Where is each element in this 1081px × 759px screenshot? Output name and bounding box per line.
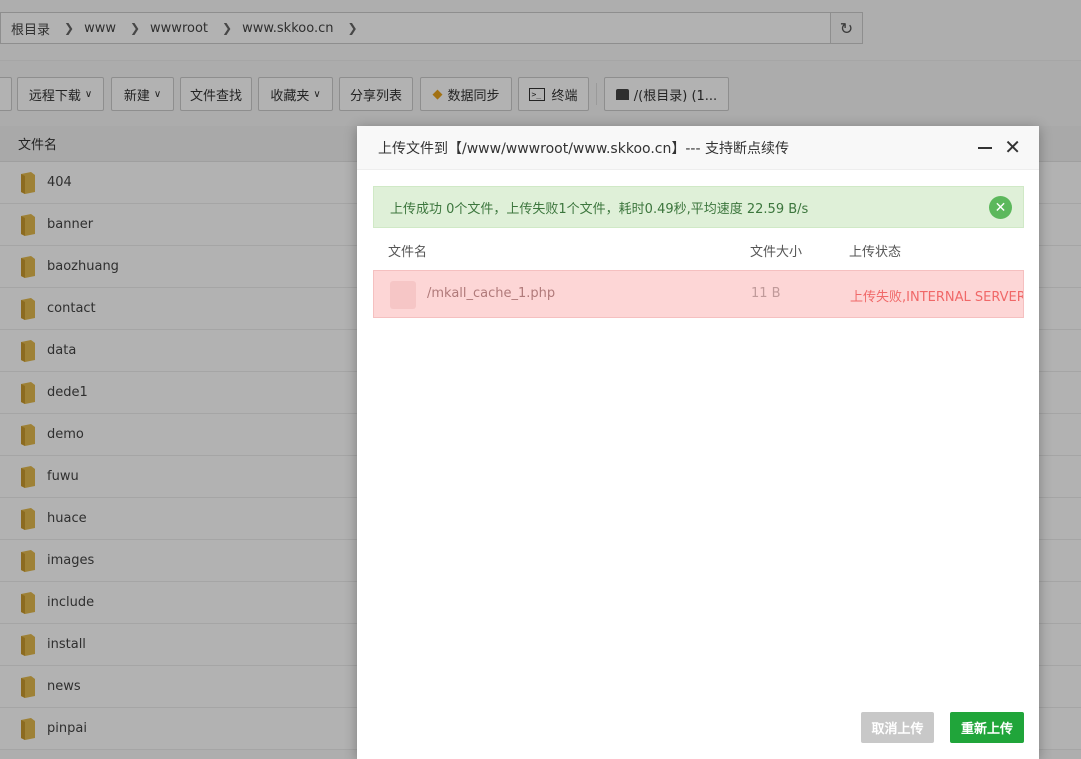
upload-row-failed: /mkall_cache_1.php 11 B 上传失败,INTERNAL SE… bbox=[373, 270, 1024, 318]
upload-dialog: 上传文件到【/www/wwwroot/www.skkoo.cn】--- 支持断点… bbox=[357, 126, 1039, 759]
alert-close-icon[interactable]: ✕ bbox=[989, 196, 1012, 219]
upload-file-size: 11 B bbox=[751, 286, 781, 301]
dialog-header: 上传文件到【/www/wwwroot/www.skkoo.cn】--- 支持断点… bbox=[357, 126, 1039, 170]
close-icon[interactable]: ✕ bbox=[1004, 137, 1021, 157]
upload-table-header: 文件名 文件大小 上传状态 bbox=[373, 230, 1024, 270]
upload-summary-alert: 上传成功 0个文件，上传失败1个文件，耗时0.49秒,平均速度 22.59 B/… bbox=[373, 186, 1024, 228]
minimize-icon[interactable] bbox=[978, 147, 993, 149]
upload-file-name: /mkall_cache_1.php bbox=[427, 286, 556, 301]
file-icon bbox=[390, 281, 416, 309]
cancel-upload-button[interactable]: 取消上传 bbox=[861, 712, 934, 743]
column-filename: 文件名 bbox=[388, 244, 428, 260]
column-filesize: 文件大小 bbox=[750, 244, 803, 260]
upload-summary-text: 上传成功 0个文件，上传失败1个文件，耗时0.49秒,平均速度 22.59 B/… bbox=[390, 201, 809, 217]
retry-upload-button[interactable]: 重新上传 bbox=[950, 712, 1024, 743]
upload-file-status: 上传失败,INTERNAL SERVER ERROR bbox=[850, 290, 1024, 305]
column-status: 上传状态 bbox=[849, 244, 902, 260]
dialog-title: 上传文件到【/www/wwwroot/www.skkoo.cn】--- 支持断点… bbox=[378, 140, 789, 157]
